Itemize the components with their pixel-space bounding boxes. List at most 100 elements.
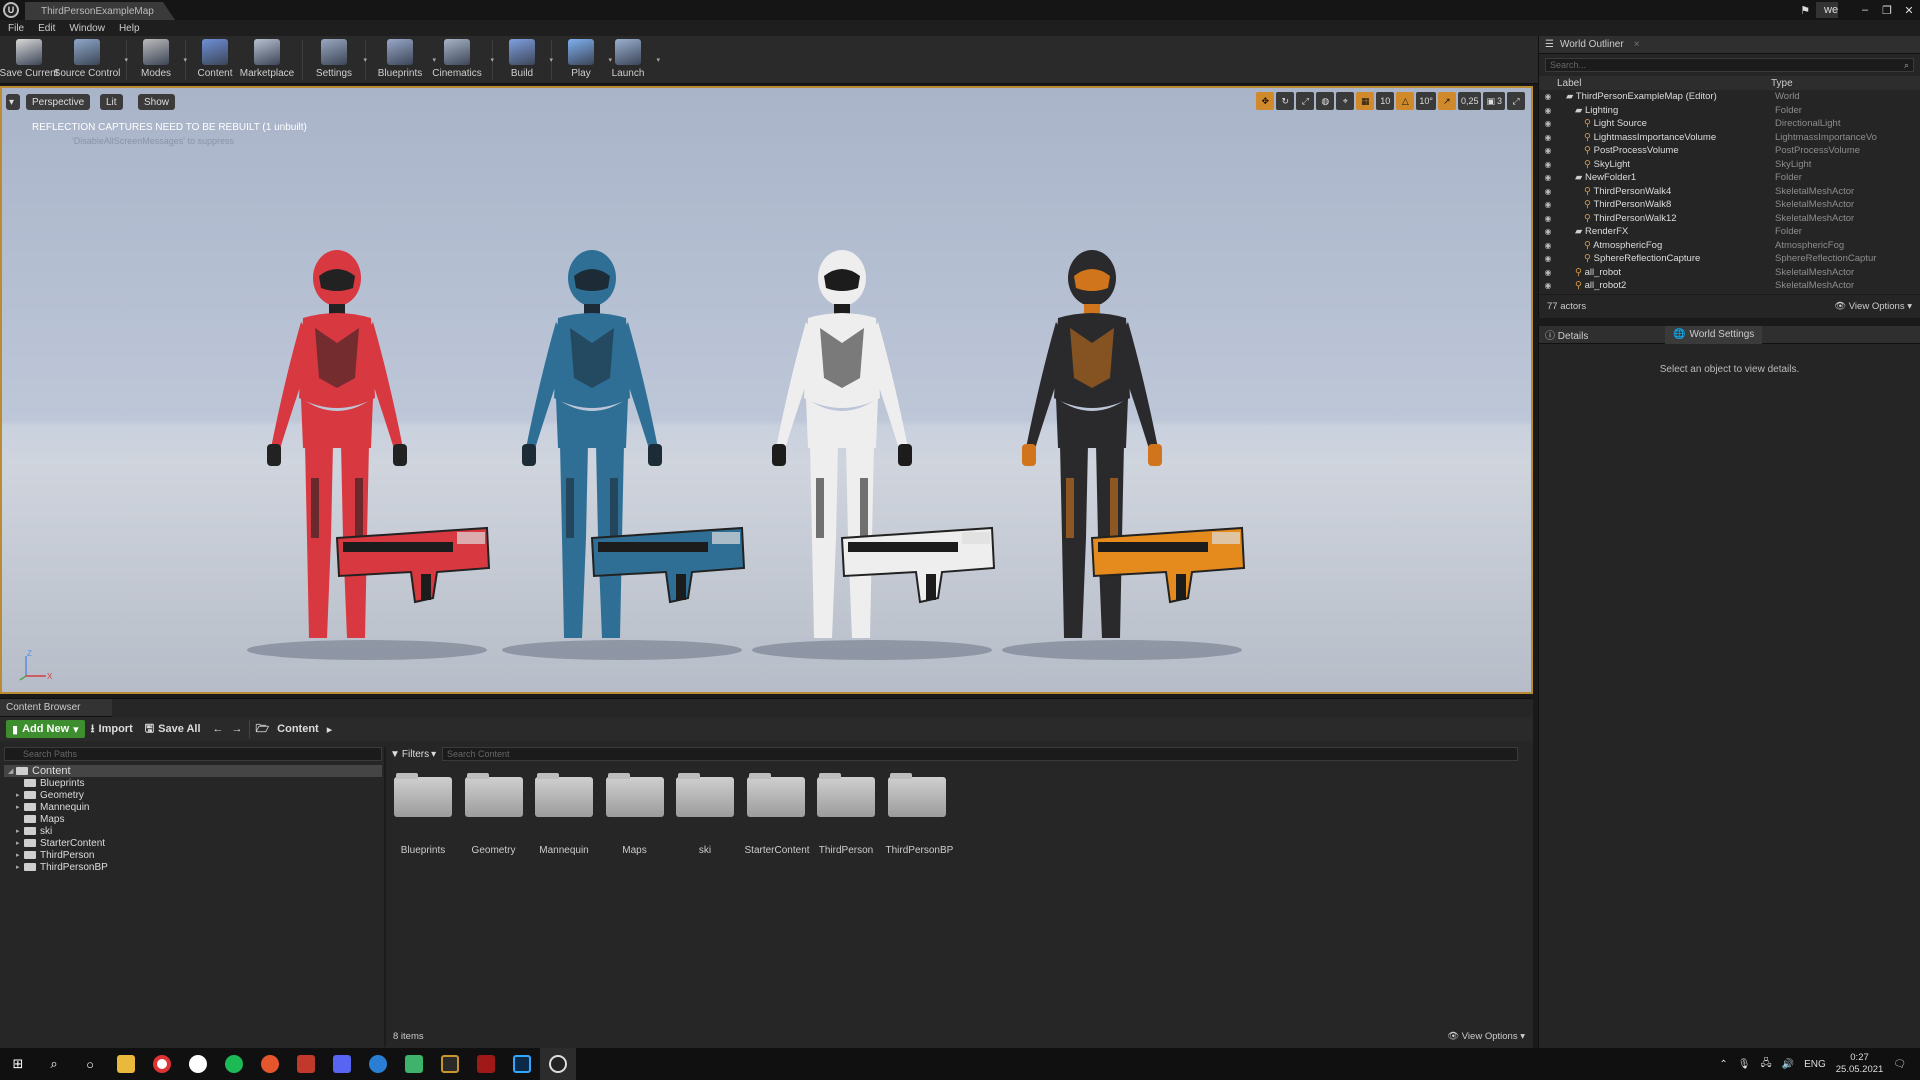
outliner-row[interactable]: ◉ ▰ ThirdPersonExampleMap (Editor) World [1539, 90, 1920, 104]
import-button[interactable]: ⭳ Import [85, 720, 139, 738]
photoshop-icon[interactable] [504, 1048, 540, 1080]
forward-button[interactable]: → [230, 720, 245, 738]
close-tab-icon[interactable]: × [1634, 39, 1640, 50]
toolbar-button-source-control[interactable]: Source Control ▾ [54, 36, 128, 84]
outliner-row[interactable]: ◉ ⚲ SkyLight SkyLight [1539, 158, 1920, 172]
app-blue-icon[interactable] [360, 1048, 396, 1080]
app-dark-icon[interactable] [432, 1048, 468, 1080]
visibility-eye-icon[interactable]: ◉ [1539, 106, 1557, 115]
maximize-button[interactable]: ❐ [1876, 4, 1898, 17]
outliner-row[interactable]: ◉ ⚲ Light Source DirectionalLight [1539, 117, 1920, 131]
outliner-row[interactable]: ◉ ⚲ ThirdPersonWalk12 SkeletalMeshActor [1539, 212, 1920, 226]
tree-item[interactable]: ▸ ThirdPersonBP [8, 861, 378, 873]
dropdown-arrow-icon[interactable]: ▾ [124, 56, 128, 64]
app-w-icon[interactable] [180, 1048, 216, 1080]
expand-arrow-icon[interactable]: ▸ [16, 839, 24, 847]
toolbar-button-modes[interactable]: Modes ▾ [133, 36, 187, 84]
toolbar-button-settings[interactable]: Settings ▾ [309, 36, 367, 84]
tree-item[interactable]: Blueprints [8, 777, 378, 789]
maximize-viewport-icon[interactable]: ⤢ [1507, 92, 1525, 110]
outliner-search-input[interactable]: Search... ⌕ [1545, 58, 1914, 72]
surface-snap-icon[interactable]: ⌖ [1336, 92, 1355, 110]
add-new-button[interactable]: ▮ Add New ▾ [6, 720, 85, 738]
tree-item[interactable]: ▸ ski [8, 825, 378, 837]
tree-item[interactable]: ▸ Geometry [8, 789, 378, 801]
expand-arrow-icon[interactable]: ▸ [16, 827, 24, 835]
expand-arrow-icon[interactable]: ▸ [16, 851, 24, 859]
search-paths-input[interactable]: Search Paths [4, 747, 382, 761]
search-icon[interactable]: ⌕ [36, 1048, 72, 1080]
dropdown-arrow-icon[interactable]: ▾ [363, 56, 367, 64]
dropdown-arrow-icon[interactable]: ▾ [549, 56, 553, 64]
rotation-snap-icon[interactable]: △ [1396, 92, 1415, 110]
back-button[interactable]: ← [207, 720, 230, 738]
asset-folder[interactable]: Mannequin [533, 773, 595, 856]
asset-folder[interactable]: ThirdPersonBP [886, 773, 953, 856]
explorer-icon[interactable] [108, 1048, 144, 1080]
visibility-eye-icon[interactable]: ◉ [1539, 254, 1557, 263]
scale-icon[interactable]: ⤢ [1296, 92, 1315, 110]
translate-icon[interactable]: ✥ [1256, 92, 1275, 110]
world-local-icon[interactable]: ◍ [1316, 92, 1335, 110]
lit-button[interactable]: Lit [100, 94, 123, 110]
visibility-eye-icon[interactable]: ◉ [1539, 268, 1557, 277]
show-button[interactable]: Show [138, 94, 176, 110]
camera-speed[interactable]: ▣ 3 [1483, 92, 1505, 110]
expand-arrow-icon[interactable]: ▸ [16, 791, 24, 799]
visibility-eye-icon[interactable]: ◉ [1539, 281, 1557, 290]
volume-icon[interactable]: 🔊 [1782, 1059, 1794, 1070]
language-indicator[interactable]: ENG [1804, 1059, 1826, 1070]
character-model-1[interactable] [237, 248, 497, 668]
visibility-eye-icon[interactable]: ◉ [1539, 92, 1557, 101]
rotation-size[interactable]: 10° [1416, 92, 1436, 110]
dropdown-arrow-icon[interactable]: ▾ [183, 56, 187, 64]
expand-arrow-icon[interactable]: ▸ [16, 863, 24, 871]
app-dragon-icon[interactable] [468, 1048, 504, 1080]
tab-world-settings[interactable]: 🌐 World Settings [1665, 325, 1763, 344]
visibility-eye-icon[interactable]: ◉ [1539, 227, 1557, 236]
visibility-eye-icon[interactable]: ◉ [1539, 146, 1557, 155]
outliner-view-options[interactable]: 👁 View Options ▾ [1834, 301, 1912, 312]
tree-item[interactable]: ▸ StarterContent [8, 837, 378, 849]
menu-help[interactable]: Help [119, 23, 140, 34]
filters-button[interactable]: ▼ Filters ▾ [390, 747, 436, 761]
search-content-input[interactable]: Search Content [442, 747, 1518, 761]
asset-folder[interactable]: Geometry [463, 773, 525, 856]
dropdown-arrow-icon[interactable]: ▾ [656, 56, 660, 64]
tab-details[interactable]: ⓘ Details [1545, 327, 1655, 342]
notifications-icon[interactable]: 🗨 [1893, 1059, 1906, 1070]
grid-size[interactable]: 10 [1376, 92, 1395, 110]
scale-size[interactable]: 0,25 [1457, 92, 1482, 110]
outliner-row[interactable]: ◉ ⚲ all_robot SkeletalMeshActor [1539, 266, 1920, 280]
menu-file[interactable]: File [8, 23, 24, 34]
path-breadcrumb[interactable]: 🗁 Content ▸ [248, 720, 339, 738]
outliner-row[interactable]: ◉ ⚲ ThirdPersonWalk8 SkeletalMeshActor [1539, 198, 1920, 212]
start-icon[interactable]: ⊞ [0, 1048, 36, 1080]
menu-window[interactable]: Window [69, 23, 105, 34]
app-red-icon[interactable] [288, 1048, 324, 1080]
toolbar-button-launch[interactable]: Launch ▾ [604, 36, 660, 84]
discord-icon[interactable] [324, 1048, 360, 1080]
toolbar-button-blueprints[interactable]: Blueprints ▾ [372, 36, 436, 84]
asset-folder[interactable]: Maps [604, 773, 666, 856]
visibility-eye-icon[interactable]: ◉ [1539, 173, 1557, 182]
dropdown-arrow-icon[interactable]: ▾ [490, 56, 494, 64]
menu-edit[interactable]: Edit [38, 23, 55, 34]
toolbar-button-save-current[interactable]: Save Current [0, 36, 58, 84]
perspective-button[interactable]: Perspective [26, 94, 91, 110]
outliner-row[interactable]: ◉ ⚲ PostProcessVolume PostProcessVolume [1539, 144, 1920, 158]
tab-world-outliner[interactable]: ☰ World Outliner × [1539, 36, 1920, 54]
character-model-3[interactable] [742, 248, 1002, 668]
viewport-options-button[interactable]: ▾ [6, 94, 20, 110]
task-view-icon[interactable]: ○ [72, 1048, 108, 1080]
microphone-icon[interactable]: 🎙 [1738, 1059, 1751, 1070]
visibility-eye-icon[interactable]: ◉ [1539, 200, 1557, 209]
rotate-icon[interactable]: ↻ [1276, 92, 1295, 110]
asset-folder[interactable]: Blueprints [392, 773, 454, 856]
unreal-taskbar-icon[interactable] [540, 1048, 576, 1080]
visibility-eye-icon[interactable]: ◉ [1539, 241, 1557, 250]
toolbar-button-build[interactable]: Build ▾ [499, 36, 553, 84]
outliner-row[interactable]: ◉ ⚲ AtmosphericFog AtmosphericFog [1539, 239, 1920, 253]
asset-folder[interactable]: StarterContent [745, 773, 810, 856]
toolbar-button-cinematics[interactable]: Cinematics ▾ [428, 36, 494, 84]
